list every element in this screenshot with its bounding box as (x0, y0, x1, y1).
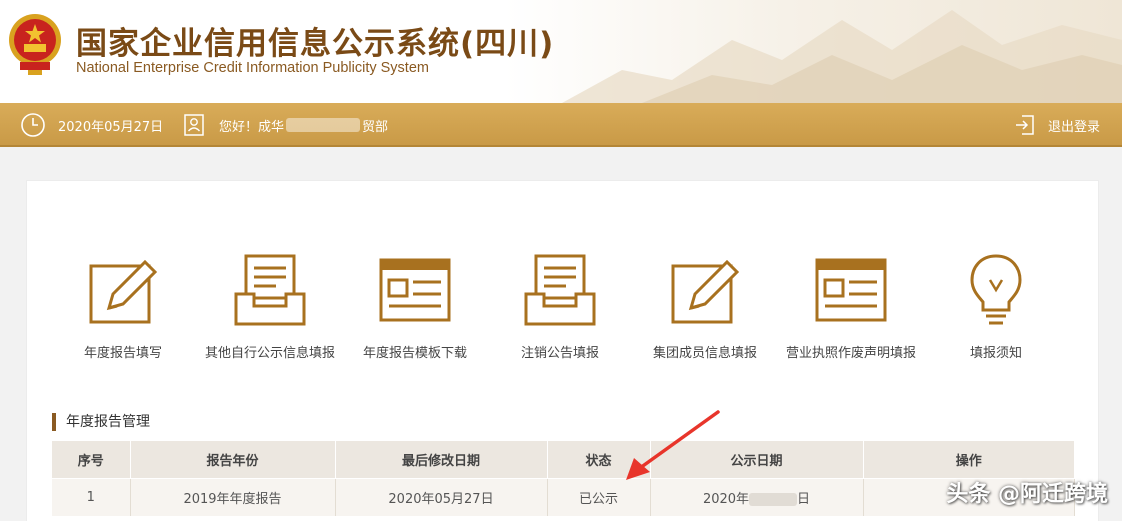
edit-icon (89, 259, 158, 324)
edit-icon (671, 259, 740, 324)
template-window-icon (379, 258, 451, 322)
site-subtitle: National Enterprise Credit Information P… (76, 60, 429, 76)
clock-icon (21, 113, 45, 137)
template-window-icon (815, 258, 887, 322)
col-index: 序号 (52, 441, 131, 478)
site-title: 国家企业信用信息公示系统(四川) (76, 26, 555, 62)
lightbulb-icon (970, 254, 1022, 325)
mountain-background (562, 10, 1122, 103)
function-group-member-info[interactable]: 集团成员信息填报 (630, 250, 780, 361)
publish-date-prefix: 2020年 (702, 491, 750, 507)
function-label: 营业执照作废声明填报 (785, 346, 916, 361)
function-annual-report-fill[interactable]: 年度报告填写 (48, 250, 198, 361)
national-emblem-icon (9, 14, 61, 75)
logout-icon (1015, 115, 1034, 135)
col-report-year: 报告年份 (130, 441, 336, 478)
date-text: 2020年05月27日 (58, 119, 164, 135)
greeting-suffix: 贸部 (362, 119, 389, 135)
annual-report-table: 序号 报告年份 最后修改日期 状态 公示日期 操作 1 2019年年度报告 20… (52, 441, 1075, 516)
col-actions: 操作 (863, 441, 1075, 478)
function-label: 注销公告填报 (520, 346, 599, 361)
table-header-row: 序号 报告年份 最后修改日期 状态 公示日期 操作 (52, 441, 1075, 478)
inbox-tray-icon (524, 254, 596, 326)
user-card-icon (184, 114, 204, 136)
cell-last-modified: 2020年05月27日 (335, 477, 548, 516)
logout-button[interactable]: 退出登录 (1012, 103, 1100, 147)
table-row: 1 2019年年度报告 2020年05月27日 已公示 2020年日 (52, 477, 1075, 516)
watermark: 头条 @阿迁跨境 (946, 482, 1108, 507)
top-toolbar: 2020年05月27日 您好！成华 贸部 退出登录 (0, 103, 1122, 147)
current-date: 2020年05月27日 (20, 103, 163, 147)
redacted-date (749, 492, 798, 506)
site-header: 国家企业信用信息公示系统(四川) National Enterprise Cre… (0, 0, 1122, 103)
function-label: 年度报告模板下载 (362, 346, 467, 361)
user-greeting: 您好！成华 贸部 (181, 103, 388, 147)
redacted-name (286, 118, 361, 132)
function-cancellation-notice[interactable]: 注销公告填报 (485, 250, 635, 361)
section-title-annual-report-management: 年度报告管理 (52, 413, 150, 431)
function-label: 填报须知 (969, 346, 1022, 361)
col-last-modified: 最后修改日期 (335, 441, 548, 478)
cell-index: 1 (52, 477, 131, 516)
inbox-tray-icon (234, 254, 306, 326)
logout-label: 退出登录 (1047, 119, 1100, 135)
greeting-prefix: 您好！成华 (219, 119, 285, 135)
function-other-disclosure[interactable]: 其他自行公示信息填报 (195, 250, 345, 361)
publish-date-suffix: 日 (797, 491, 811, 507)
cell-report-year: 2019年年度报告 (130, 477, 336, 516)
function-label: 年度报告填写 (83, 346, 162, 361)
function-template-download[interactable]: 年度报告模板下载 (340, 250, 490, 361)
function-label: 其他自行公示信息填报 (204, 346, 335, 361)
function-license-void-statement[interactable]: 营业执照作废声明填报 (776, 250, 926, 361)
function-label: 集团成员信息填报 (652, 346, 757, 361)
function-filing-instructions[interactable]: 填报须知 (921, 250, 1071, 361)
red-annotation-arrow (626, 410, 720, 480)
